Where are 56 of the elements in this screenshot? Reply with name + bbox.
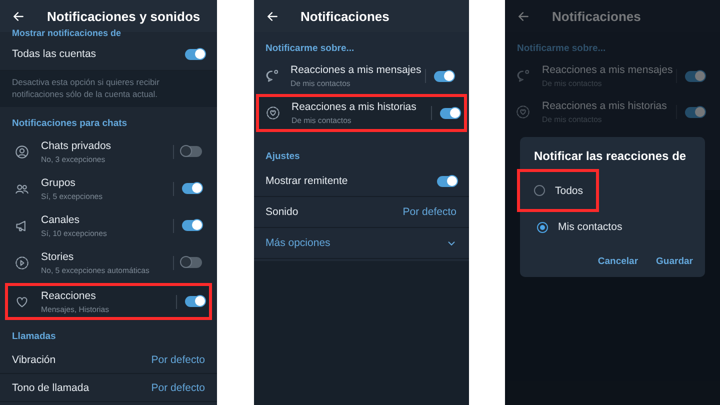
toggle-switch[interactable] <box>436 176 456 186</box>
setting-label: Chats privados <box>41 140 112 152</box>
section-heading: Ajustes <box>264 150 301 164</box>
dialog-button[interactable]: Guardar <box>656 256 693 267</box>
back-arrow-icon[interactable] <box>266 10 278 22</box>
toggle-switch[interactable] <box>182 220 202 231</box>
setting-label: Stories <box>41 250 75 262</box>
setting-value[interactable]: Por defecto <box>151 354 205 366</box>
section-heading: Notificarme sobre... <box>516 42 607 56</box>
section-heading: Notificarme sobre... <box>264 42 356 56</box>
setting-label: Reacciones <box>41 290 97 302</box>
setting-label: Reacciones a mis historias <box>292 101 418 113</box>
setting-label: Reacciones a mis mensajes <box>290 64 422 76</box>
setting-label: Grupos <box>41 176 76 188</box>
heart-icon <box>15 294 29 308</box>
setting-label: Todas las cuentas <box>12 48 96 60</box>
setting-value[interactable]: Por defecto <box>151 382 205 394</box>
back-arrow-icon[interactable] <box>12 10 25 22</box>
speech-bubble-icon <box>516 69 530 83</box>
setting-value[interactable]: Por defecto <box>402 206 456 218</box>
toggle-switch[interactable] <box>434 70 454 82</box>
play-circle-icon <box>15 256 29 270</box>
toggle-switch[interactable] <box>182 146 202 157</box>
setting-label: Vibración <box>12 354 56 366</box>
person-circle-icon <box>15 144 29 158</box>
setting-label: Tono de llamada <box>12 382 90 394</box>
section-heading: Mostrar notificaciones de <box>11 32 122 38</box>
screen-title: Notificaciones <box>552 8 641 24</box>
dialog-title: Notificar las reacciones de <box>533 149 688 165</box>
toggle-switch[interactable] <box>685 106 705 118</box>
setting-label: Reacciones a mis mensajes <box>542 64 674 76</box>
screen-title: Notificaciones y sonidos <box>47 8 200 24</box>
toggle-switch[interactable] <box>182 183 202 194</box>
speech-bubble-icon <box>264 69 278 83</box>
screen-title: Notificaciones <box>300 8 390 24</box>
section-heading: Llamadas <box>11 330 57 344</box>
toggle-switch[interactable] <box>685 70 705 82</box>
radio-button[interactable] <box>534 185 545 196</box>
dialog-button[interactable]: Cancelar <box>598 256 638 267</box>
toggle-switch[interactable] <box>440 108 460 118</box>
radio-button[interactable] <box>537 222 548 232</box>
setting-label: Canales <box>41 214 81 226</box>
section-heading: Notificaciones para chats <box>11 117 128 131</box>
option-label: Mis contactos <box>558 221 622 233</box>
hint-text: Desactiva esta opción si quieres recibir notificaciones sólo de la cuenta actual. <box>12 76 160 100</box>
setting-label: Sonido <box>266 206 298 218</box>
setting-label: Reacciones a mis historias <box>542 100 668 112</box>
heart-circle-icon <box>266 106 280 120</box>
toggle-switch[interactable] <box>185 296 205 307</box>
setting-label: Mostrar remitente <box>266 175 348 187</box>
setting-label[interactable]: Más opciones <box>266 237 330 249</box>
heart-circle-icon <box>516 105 530 119</box>
two-people-icon <box>15 182 29 196</box>
toggle-switch[interactable] <box>182 257 202 268</box>
option-label: Todos <box>555 184 584 196</box>
toggle-switch[interactable] <box>185 48 205 60</box>
